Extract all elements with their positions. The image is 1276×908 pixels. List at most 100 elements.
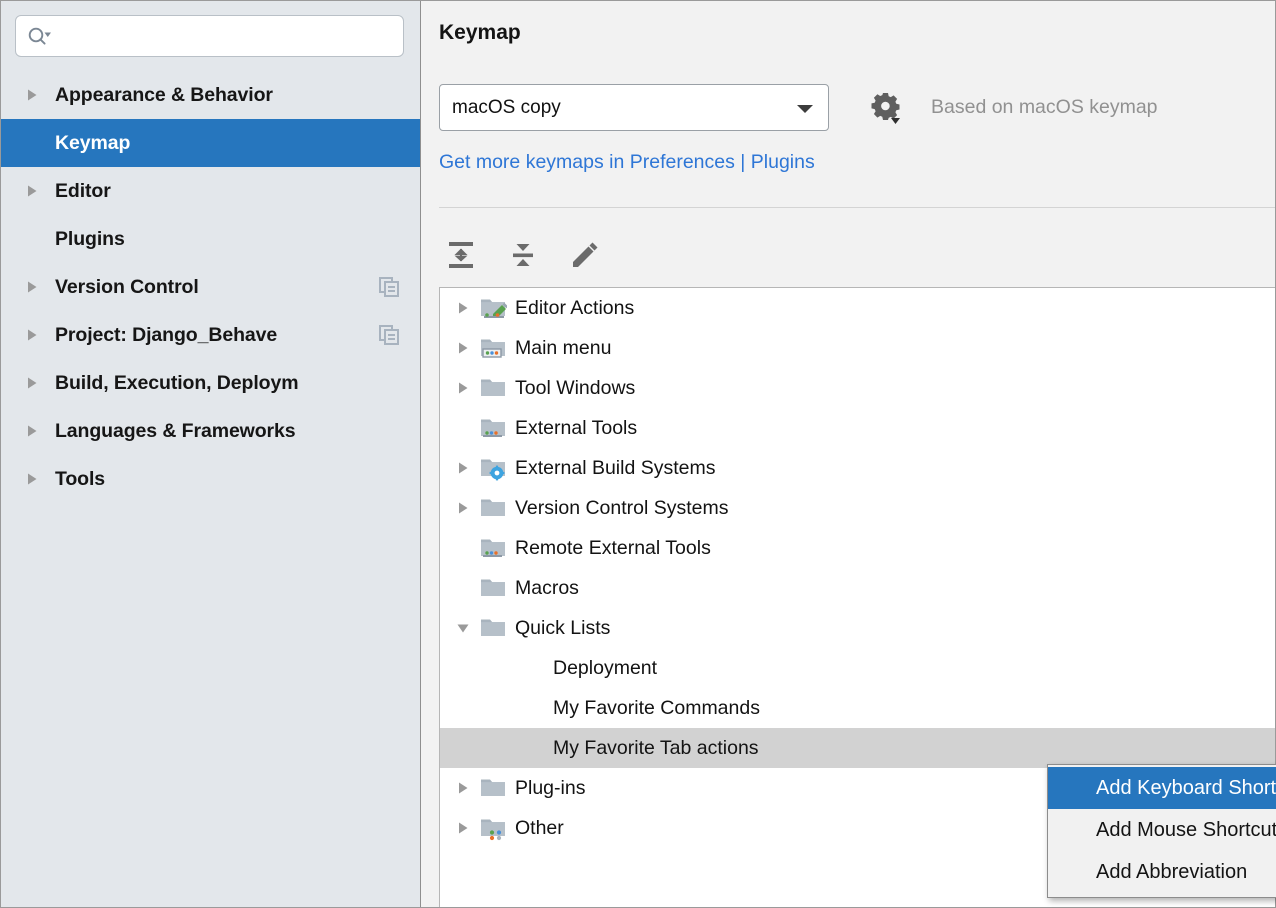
sidebar-item-languages-frameworks[interactable]: Languages & Frameworks <box>1 407 420 455</box>
sidebar-item-appearance-behavior[interactable]: Appearance & Behavior <box>1 71 420 119</box>
tree-row[interactable]: Main menu <box>440 328 1275 368</box>
tree-row[interactable]: Tool Windows <box>440 368 1275 408</box>
context-menu-item[interactable]: Add Mouse Shortcut <box>1048 809 1276 851</box>
sidebar-item-label: Plugins <box>45 228 125 251</box>
folder-dots-icon <box>476 415 510 442</box>
context-menu-item[interactable]: Add Keyboard Shortcut <box>1048 767 1276 809</box>
tree-row[interactable]: Remote External Tools <box>440 528 1275 568</box>
tree-row-label: Version Control Systems <box>510 497 729 520</box>
triangle-right-icon[interactable] <box>23 86 45 104</box>
sidebar-item-editor[interactable]: Editor <box>1 167 420 215</box>
tree-row[interactable]: My Favorite Tab actions <box>440 728 1275 768</box>
triangle-right-icon <box>23 422 41 440</box>
keymap-select[interactable]: macOS copy <box>439 84 829 131</box>
triangle-right-icon <box>454 459 472 477</box>
tree-row-label: My Favorite Commands <box>548 697 760 720</box>
tree-row-label: Editor Actions <box>510 297 634 320</box>
sidebar-item-project-django-behave[interactable]: Project: Django_Behave <box>1 311 420 359</box>
triangle-down-icon <box>454 619 472 637</box>
triangle-down-icon[interactable] <box>450 619 476 637</box>
sidebar-item-label: Keymap <box>45 132 130 155</box>
settings-sidebar: Appearance & Behavior Keymap Editor Plugins… <box>1 1 421 907</box>
triangle-right-icon <box>23 374 41 392</box>
sidebar-item-label: Editor <box>45 180 111 203</box>
pencil-icon <box>568 238 602 272</box>
triangle-right-icon[interactable] <box>450 379 476 397</box>
search-input[interactable] <box>52 16 393 56</box>
folder-dots-icon <box>480 535 507 562</box>
tree-row[interactable]: Deployment <box>440 648 1275 688</box>
triangle-right-icon[interactable] <box>450 299 476 317</box>
plugins-link[interactable]: Plugins <box>751 151 815 173</box>
sidebar-item-version-control[interactable]: Version Control <box>1 263 420 311</box>
sidebar-item-plugins[interactable]: Plugins <box>1 215 420 263</box>
tree-row[interactable]: My Favorite Commands <box>440 688 1275 728</box>
folder-icon <box>480 375 507 402</box>
search-icon <box>26 26 52 46</box>
keymap-settings-button[interactable] <box>865 88 905 128</box>
tree-row-label: Plug-ins <box>510 777 585 800</box>
triangle-right-icon <box>454 779 472 797</box>
tree-row-label: External Tools <box>510 417 637 440</box>
triangle-right-icon[interactable] <box>23 278 45 296</box>
triangle-right-icon <box>23 326 41 344</box>
sidebar-item-label: Appearance & Behavior <box>45 84 273 107</box>
folder-quaddots-icon <box>476 815 510 842</box>
tree-row-label: Tool Windows <box>510 377 635 400</box>
triangle-right-icon[interactable] <box>23 326 45 344</box>
tree-row[interactable]: Macros <box>440 568 1275 608</box>
expand-all-button[interactable] <box>439 233 483 277</box>
sidebar-item-label: Build, Execution, Deploym <box>45 372 298 395</box>
edit-shortcut-button[interactable] <box>563 233 607 277</box>
sidebar-item-label: Version Control <box>45 276 199 299</box>
sidebar-item-build-execution-deploym[interactable]: Build, Execution, Deploym <box>1 359 420 407</box>
collapse-all-button[interactable] <box>501 233 545 277</box>
triangle-down-icon <box>794 101 816 115</box>
copy-icon[interactable] <box>378 324 400 346</box>
copy-icon[interactable] <box>378 276 400 298</box>
context-menu: Add Keyboard ShortcutAdd Mouse ShortcutA… <box>1047 764 1276 898</box>
triangle-right-icon[interactable] <box>450 819 476 837</box>
triangle-right-icon <box>23 182 41 200</box>
tree-row-label: External Build Systems <box>510 457 716 480</box>
context-menu-item[interactable]: Add Abbreviation <box>1048 851 1276 893</box>
folder-icon <box>480 775 507 802</box>
folder-gear-icon <box>480 455 507 482</box>
folder-menu-icon <box>476 335 510 362</box>
copy-icon <box>378 324 400 346</box>
triangle-right-icon <box>454 339 472 357</box>
triangle-right-icon[interactable] <box>450 459 476 477</box>
copy-icon <box>378 276 400 298</box>
triangle-right-icon <box>454 819 472 837</box>
triangle-right-icon[interactable] <box>23 182 45 200</box>
folder-icon <box>480 575 507 602</box>
triangle-right-icon[interactable] <box>450 339 476 357</box>
tree-row[interactable]: External Tools <box>440 408 1275 448</box>
folder-menu-icon <box>480 335 507 362</box>
folder-dots-icon <box>480 415 507 442</box>
tree-toolbar <box>439 229 607 281</box>
get-more-keymaps-link[interactable]: Get more keymaps in Preferences <box>439 151 735 173</box>
sidebar-item-keymap[interactable]: Keymap <box>1 119 420 167</box>
sidebar-item-tools[interactable]: Tools <box>1 455 420 503</box>
triangle-down-icon <box>891 118 900 124</box>
search-field[interactable] <box>15 15 404 57</box>
triangle-right-icon[interactable] <box>23 470 45 488</box>
link-separator: | <box>735 151 751 173</box>
triangle-right-icon[interactable] <box>23 422 45 440</box>
triangle-right-icon[interactable] <box>450 499 476 517</box>
tree-row[interactable]: Quick Lists <box>440 608 1275 648</box>
tree-row[interactable]: External Build Systems <box>440 448 1275 488</box>
tree-row[interactable]: Version Control Systems <box>440 488 1275 528</box>
tree-row-label: My Favorite Tab actions <box>548 737 759 760</box>
tree-row[interactable]: Editor Actions <box>440 288 1275 328</box>
triangle-right-icon[interactable] <box>23 374 45 392</box>
sidebar-item-label: Languages & Frameworks <box>45 420 296 443</box>
triangle-right-icon[interactable] <box>450 779 476 797</box>
triangle-right-icon <box>454 499 472 517</box>
get-more-keymaps-line: Get more keymaps in Preferences | Plugin… <box>439 151 815 174</box>
triangle-right-icon <box>23 86 41 104</box>
folder-dots-icon <box>476 535 510 562</box>
tree-row-label: Macros <box>510 577 579 600</box>
folder-icon <box>476 575 510 602</box>
